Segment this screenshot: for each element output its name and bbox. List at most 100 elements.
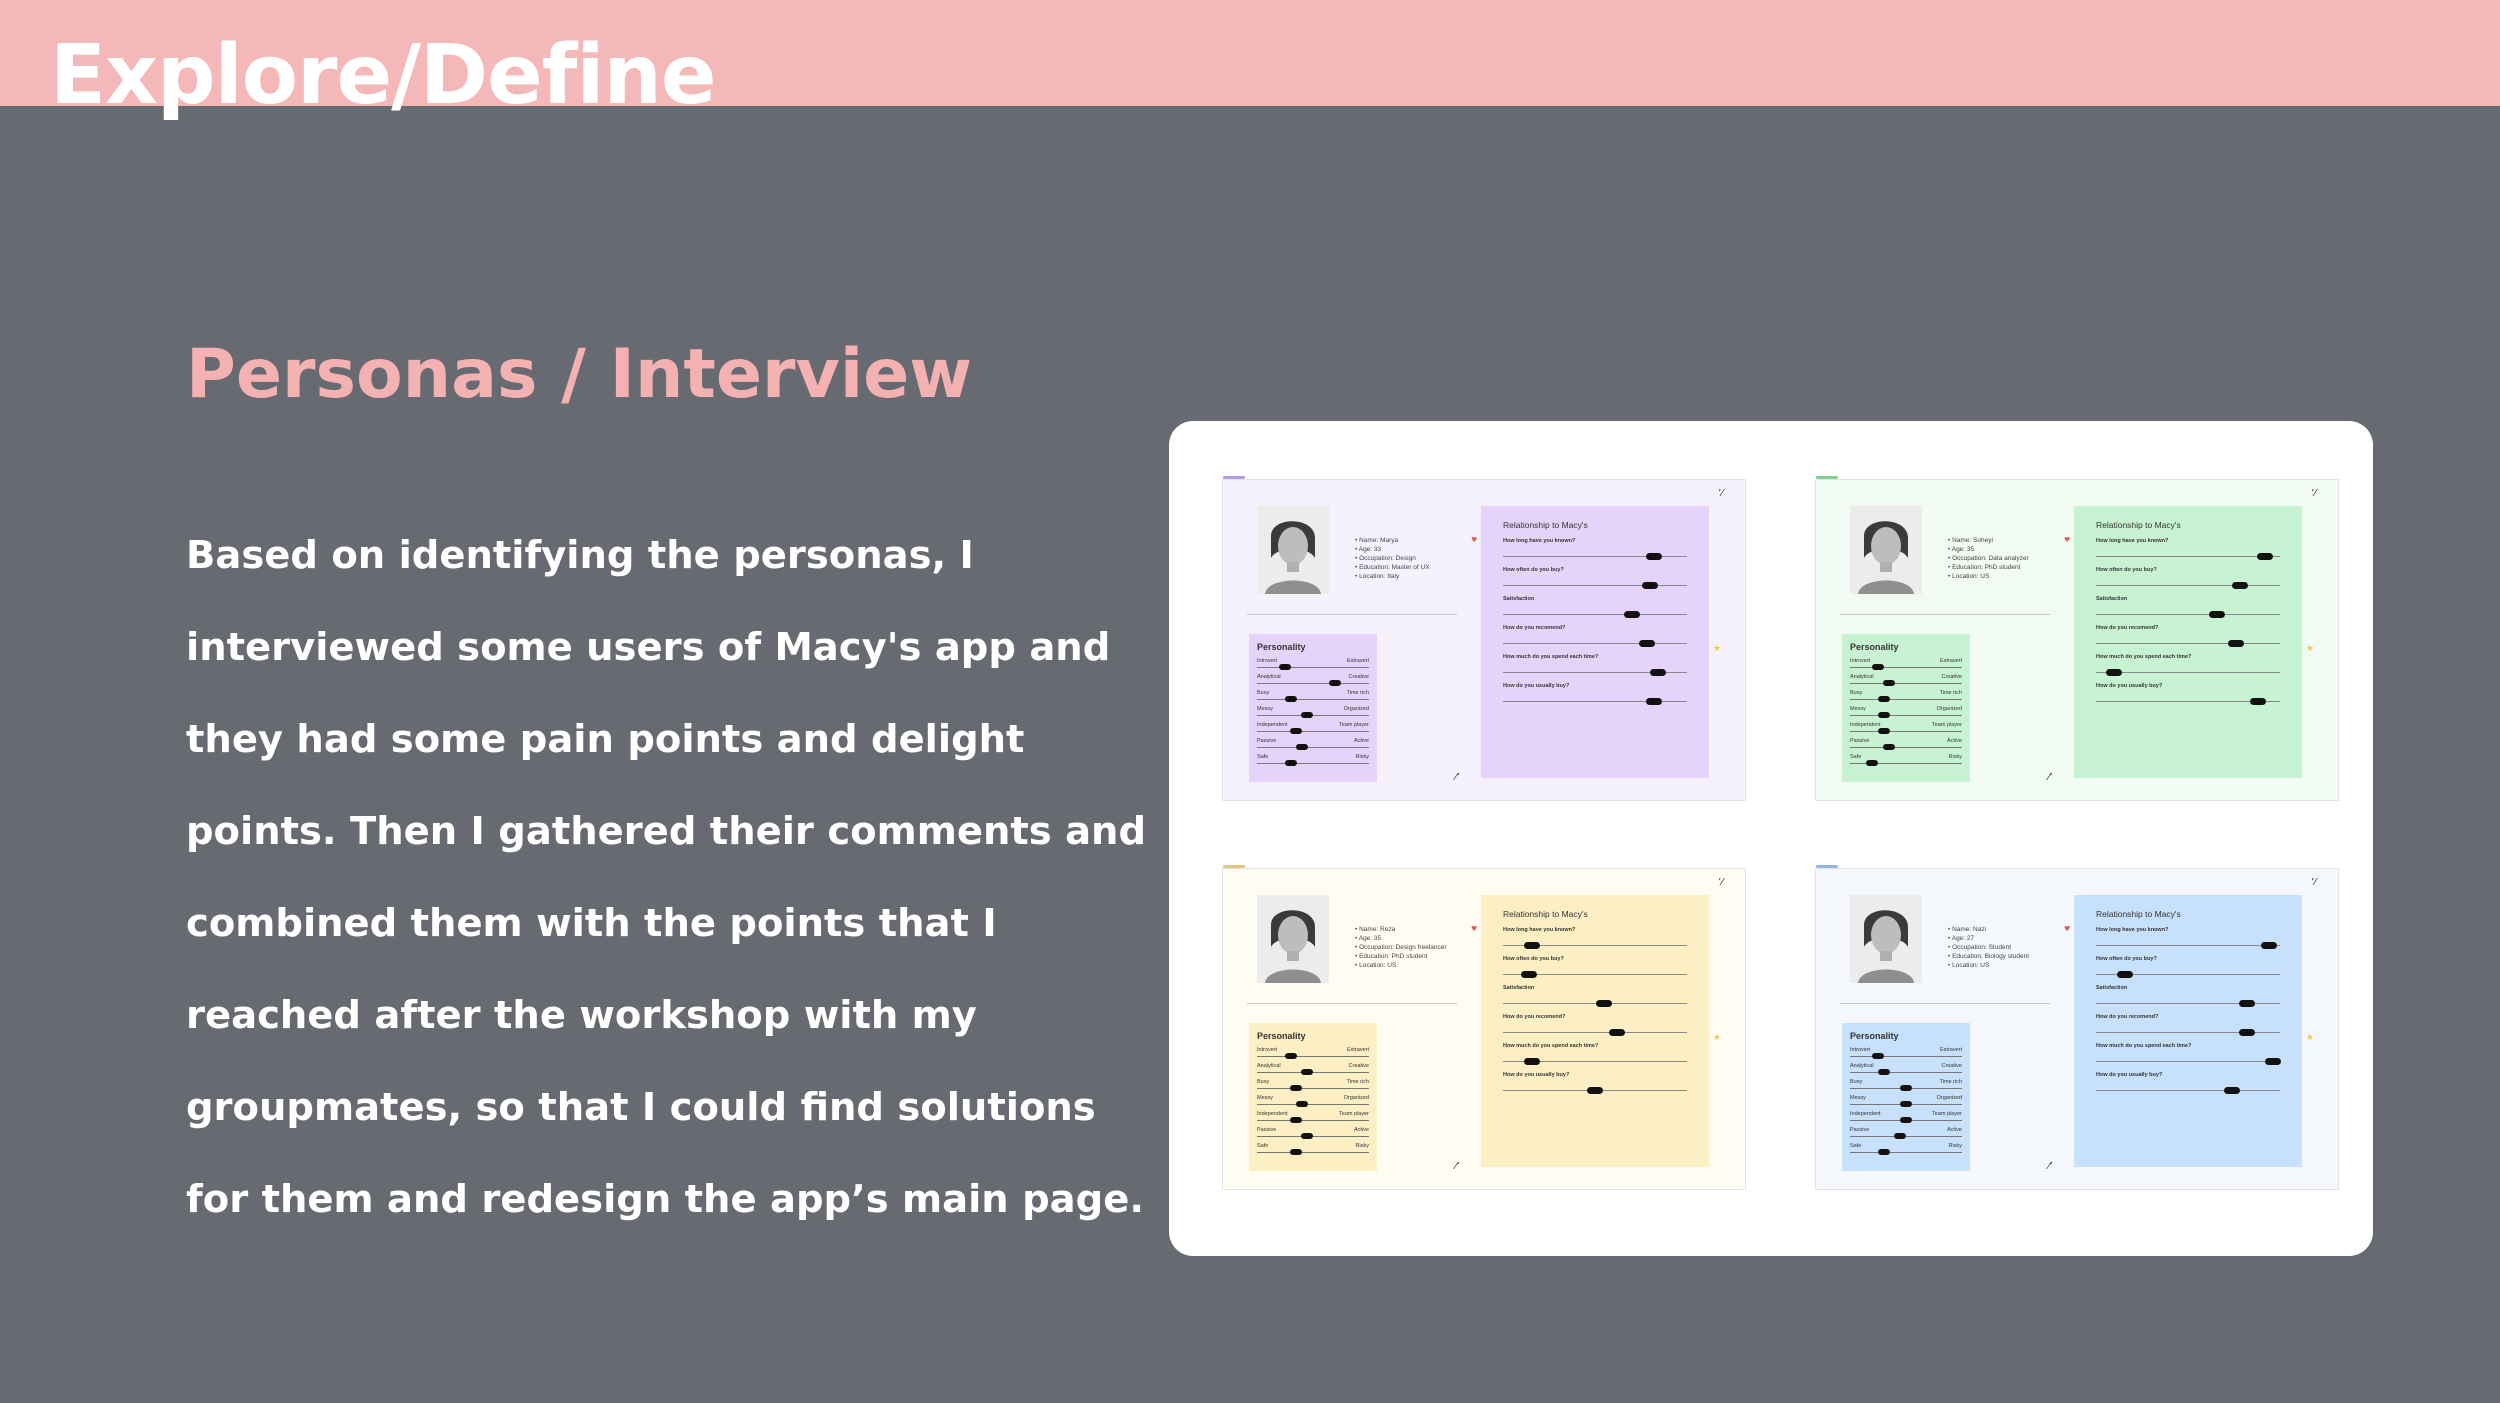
persona-age: Age: 35 — [1355, 934, 1447, 943]
divider — [1840, 1003, 2050, 1004]
trait-left-label: Independent — [1850, 722, 1881, 728]
trait-track — [1257, 1072, 1369, 1073]
trait-track — [1257, 747, 1369, 748]
trait-slider: Busy Time rich — [1257, 1079, 1369, 1095]
trait-right-label: Team player — [1339, 722, 1369, 728]
relationship-title: Relationship to Macy's — [1503, 909, 1588, 919]
question-track — [1503, 643, 1687, 644]
trait-left-label: Passive — [1850, 738, 1870, 744]
question-slider: Satisfaction — [1503, 985, 1687, 1014]
trait-slider: Analytical Creative — [1257, 674, 1369, 690]
sparkle-icon: ⁄’ — [2048, 1161, 2053, 1172]
relationship-title: Relationship to Macy's — [1503, 520, 1588, 530]
question-knob — [1649, 669, 1666, 676]
trait-slider: Introvert Extravert — [1257, 1047, 1369, 1063]
relationship-box: ♥ Relationship to Macy's How long have you… — [1471, 895, 1721, 1167]
question-slider: How often do you buy? — [2096, 956, 2280, 985]
sparkle-icon: ’⁄ — [1718, 877, 1723, 888]
question-label: How much do you spend each time? — [1503, 1043, 1599, 1049]
trait-track — [1850, 1152, 1962, 1153]
question-knob — [2224, 1087, 2241, 1094]
star-icon: ★ — [2305, 644, 2314, 654]
question-knob — [2209, 611, 2226, 618]
persona-info: Name: RezaAge: 35Occupation: Design free… — [1355, 925, 1447, 970]
question-knob — [2227, 640, 2244, 647]
trait-left-label: Messy — [1850, 1095, 1866, 1101]
trait-knob — [1290, 1149, 1303, 1155]
trait-right-label: Team player — [1932, 722, 1962, 728]
trait-right-label: Active — [1354, 738, 1369, 744]
trait-track — [1257, 763, 1369, 764]
question-label: How do you usually buy? — [1503, 1072, 1570, 1078]
trait-knob — [1290, 728, 1303, 734]
trait-track — [1257, 731, 1369, 732]
divider — [1247, 1003, 1457, 1004]
persona-location: Location: Italy — [1355, 572, 1430, 581]
trait-slider: Independent Team player — [1850, 722, 1962, 738]
trait-slider: Messy Organized — [1850, 706, 1962, 722]
persona-photo — [1257, 895, 1329, 983]
question-slider: How much do you spend each time? — [2096, 1043, 2281, 1072]
trait-left-label: Busy — [1257, 690, 1270, 696]
sparkle-icon: ’⁄ — [2311, 877, 2316, 888]
trait-slider: Messy Organized — [1257, 706, 1369, 722]
question-slider: How often do you buy? — [1503, 567, 1687, 596]
trait-right-label: Extravert — [1939, 1047, 1962, 1053]
trait-left-label: Safe — [1850, 1143, 1862, 1149]
question-slider: How long have you known? — [2096, 927, 2280, 956]
trait-knob — [1877, 696, 1890, 702]
trait-track — [1850, 747, 1962, 748]
question-label: How much do you spend each time? — [1503, 654, 1599, 660]
trait-left-label: Passive — [1257, 1127, 1277, 1133]
question-slider: How long have you known? — [2096, 538, 2280, 567]
trait-right-label: Extravert — [1939, 658, 1962, 664]
trait-slider: Independent Team player — [1257, 1111, 1369, 1127]
trait-right-label: Organized — [1936, 1095, 1962, 1101]
question-knob — [1520, 971, 1537, 978]
question-track — [1503, 614, 1687, 615]
trait-track — [1257, 683, 1369, 684]
question-slider: Satisfaction — [2096, 985, 2280, 1014]
sparkle-icon: ’⁄ — [1718, 488, 1723, 499]
trait-right-label: Risky — [1948, 754, 1962, 760]
trait-slider: Introvert Extravert — [1257, 658, 1369, 674]
page-heading: Personas / Interview — [186, 335, 973, 414]
personality-box: Personality Introvert Extravert Analytical C… — [1249, 634, 1377, 782]
question-label: How do you usually buy? — [1503, 683, 1570, 689]
question-slider: How do you recomend? — [1503, 1014, 1687, 1043]
question-label: How long have you known? — [2096, 927, 2169, 933]
trait-right-label: Extravert — [1346, 1047, 1369, 1053]
question-knob — [1645, 553, 1662, 560]
question-slider: Satisfaction — [1503, 596, 1687, 625]
trait-track — [1850, 1072, 1962, 1073]
question-slider: How do you recomend? — [2096, 1014, 2280, 1043]
trait-right-label: Creative — [1941, 674, 1962, 680]
question-label: How do you recomend? — [1503, 625, 1566, 631]
persona-name: Name: Soheyl — [1948, 536, 2029, 545]
persona-occupation: Occupation: Design freelancer — [1355, 943, 1446, 952]
trait-slider: Introvert Extravert — [1850, 658, 1962, 674]
persona-card: Name: RezaAge: 35Occupation: Design free… — [1222, 865, 1746, 1190]
question-label: How much do you spend each time? — [2096, 654, 2192, 660]
trait-right-label: Creative — [1348, 674, 1369, 680]
trait-left-label: Messy — [1257, 706, 1273, 712]
question-slider: How long have you known? — [1503, 927, 1687, 956]
trait-left-label: Introvert — [1850, 1047, 1871, 1053]
star-icon: ★ — [1712, 644, 1721, 654]
persona-education: Education: PhD student — [1355, 952, 1447, 961]
relationship-box: ♥ Relationship to Macy's How long have you… — [2064, 895, 2314, 1167]
trait-right-label: Time rich — [1939, 1079, 1962, 1085]
trait-right-label: Extravert — [1346, 658, 1369, 664]
question-label: How often do you buy? — [1503, 956, 1564, 962]
trait-slider: Passive Active — [1257, 1127, 1369, 1143]
trait-slider: Independent Team player — [1850, 1111, 1962, 1127]
question-label: Satisfaction — [1503, 985, 1535, 991]
question-label: How long have you known? — [2096, 538, 2169, 544]
trait-track — [1257, 1120, 1369, 1121]
trait-track — [1850, 667, 1962, 668]
trait-knob — [1284, 1053, 1297, 1059]
trait-slider: Safe Risky — [1850, 1143, 1962, 1159]
question-track — [2096, 1061, 2280, 1062]
question-track — [1503, 585, 1687, 586]
personality-title: Personality — [1850, 642, 1899, 652]
